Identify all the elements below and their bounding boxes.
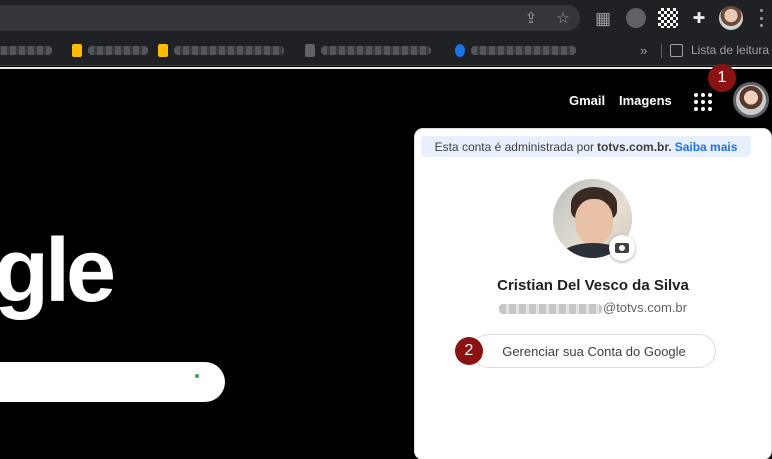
bookmark-item[interactable] <box>305 43 431 57</box>
admin-domain: totvs.com.br. <box>597 139 672 154</box>
reading-list-icon <box>670 43 683 57</box>
browser-profile-avatar[interactable] <box>719 6 743 30</box>
images-link[interactable]: Imagens <box>619 93 672 108</box>
bookmark-star-icon[interactable]: ☆ <box>553 8 573 28</box>
user-email: @totvs.com.br <box>415 300 771 315</box>
email-domain: @totvs.com.br <box>603 300 687 315</box>
change-photo-camera-icon[interactable] <box>609 235 635 261</box>
bookmark-item[interactable] <box>72 43 148 57</box>
share-icon[interactable]: ⇪ <box>521 8 541 28</box>
admin-notice: Esta conta é administrada por totvs.com.… <box>421 136 751 157</box>
google-homepage: Gmail Imagens gle Esta conta é administr… <box>0 69 772 459</box>
manage-google-account-button[interactable]: Gerenciar sua Conta do Google <box>472 334 716 368</box>
bookmarks-overflow-button[interactable]: » <box>640 43 647 58</box>
reading-list-button[interactable]: Lista de leitura <box>670 43 769 57</box>
browser-menu-icon[interactable] <box>758 9 764 27</box>
bookmark-item[interactable] <box>158 43 284 57</box>
learn-more-link[interactable]: Saiba mais <box>675 140 738 154</box>
google-logo: gle <box>0 221 116 321</box>
bookmark-item[interactable] <box>455 43 576 57</box>
search-box[interactable] <box>0 362 225 402</box>
step-badge-2: 2 <box>455 337 483 365</box>
admin-notice-text: Esta conta é administrada por <box>434 139 595 154</box>
extension-icon[interactable] <box>626 8 646 28</box>
browser-toolbar: ⇪ ☆ ▦ ✚ <box>0 0 772 35</box>
step-badge-1: 1 <box>708 64 736 92</box>
address-bar[interactable] <box>0 5 580 31</box>
account-popup: Esta conta é administrada por totvs.com.… <box>415 129 771 459</box>
reading-list-label: Lista de leitura <box>691 43 770 57</box>
google-apps-icon[interactable] <box>694 93 712 111</box>
bookmark-item[interactable] <box>0 44 52 56</box>
puzzle-extensions-icon[interactable]: ✚ <box>689 8 709 28</box>
redacted-email-prefix <box>499 303 602 314</box>
bookmarks-divider <box>661 44 662 58</box>
bookmarks-bar: » Lista de leitura <box>0 35 772 66</box>
voice-search-icon[interactable] <box>195 374 199 378</box>
grid-extension-icon[interactable]: ▦ <box>593 8 613 28</box>
account-avatar-button[interactable] <box>733 82 769 118</box>
user-name: Cristian Del Vesco da Silva <box>497 277 689 294</box>
gmail-link[interactable]: Gmail <box>569 93 605 108</box>
qr-code-extension-icon[interactable] <box>658 8 678 28</box>
